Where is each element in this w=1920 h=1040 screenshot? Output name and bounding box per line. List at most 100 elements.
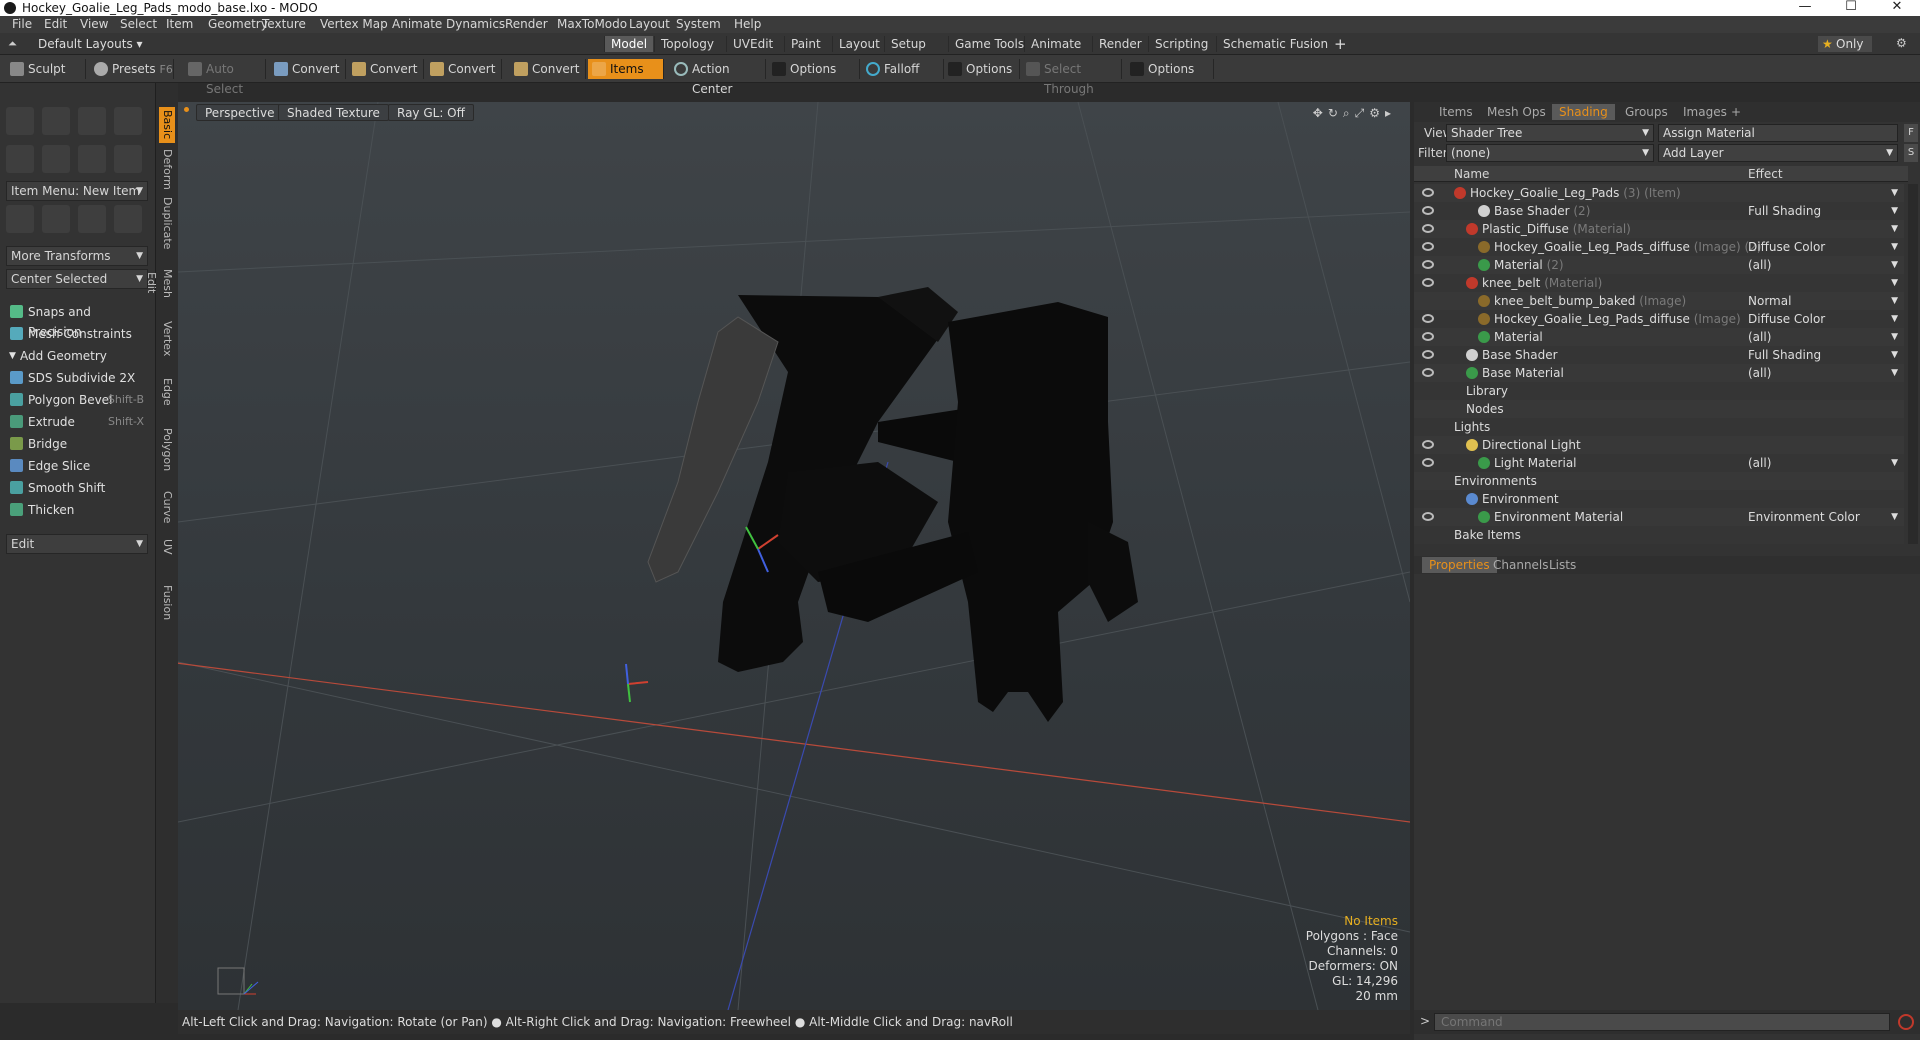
menu-help[interactable]: Help bbox=[734, 16, 761, 33]
layer-effect[interactable]: (all) bbox=[1748, 364, 1771, 382]
layer-effect[interactable]: (all) bbox=[1748, 328, 1771, 346]
layout-tab-scripting[interactable]: Scripting bbox=[1148, 36, 1214, 52]
shader-tree-row[interactable]: knee_belt (Material) ▼ bbox=[1414, 274, 1904, 292]
tool-polygon-bevel[interactable]: Polygon Bevel Shift-B bbox=[6, 390, 148, 410]
menu-geometry[interactable]: Geometry bbox=[208, 16, 268, 33]
effect-column-header[interactable]: Effect bbox=[1748, 167, 1783, 181]
layer-effect[interactable]: (all) bbox=[1748, 256, 1771, 274]
shader-tree-row[interactable]: Bake Items bbox=[1414, 526, 1904, 544]
visibility-eye-icon[interactable] bbox=[1422, 350, 1434, 359]
effect-dropdown-arrow-icon[interactable]: ▼ bbox=[1891, 256, 1898, 274]
menu-render[interactable]: Render bbox=[505, 16, 548, 33]
shader-tree-row[interactable]: Environments bbox=[1414, 472, 1904, 490]
view-dropdown[interactable]: Shader Tree ▼ bbox=[1446, 124, 1654, 142]
falloff-button[interactable]: Falloff bbox=[862, 59, 944, 79]
side-tab-polygon[interactable]: Polygon bbox=[159, 423, 175, 477]
tool-bridge[interactable]: Bridge bbox=[6, 434, 148, 454]
menu-maxtomodo[interactable]: MaxToModo bbox=[557, 16, 627, 33]
mesh-constraints-button[interactable]: Mesh Constraints bbox=[6, 324, 148, 344]
visibility-eye-icon[interactable] bbox=[1422, 458, 1434, 467]
sphere-icon[interactable] bbox=[42, 107, 70, 135]
action-center-button[interactable]: Action Center bbox=[670, 59, 766, 96]
torus-icon[interactable] bbox=[6, 145, 34, 173]
effect-dropdown-arrow-icon[interactable]: ▼ bbox=[1891, 454, 1898, 472]
transform-icon[interactable] bbox=[6, 205, 34, 233]
perspective-button[interactable]: Perspective bbox=[196, 104, 284, 121]
visibility-eye-icon[interactable] bbox=[1422, 314, 1434, 323]
visibility-eye-icon[interactable] bbox=[1422, 224, 1434, 233]
side-tab-fusion[interactable]: Fusion bbox=[159, 583, 175, 623]
shader-tree-row[interactable]: Material (2) (all) ▼ bbox=[1414, 256, 1904, 274]
only-toggle[interactable]: ★ Only bbox=[1818, 36, 1872, 52]
options-button-1[interactable]: Options bbox=[768, 59, 860, 79]
cube-icon[interactable] bbox=[6, 107, 34, 135]
visibility-eye-icon[interactable] bbox=[1422, 278, 1434, 287]
effect-dropdown-arrow-icon[interactable]: ▼ bbox=[1891, 274, 1898, 292]
add-panel-tab-button[interactable]: + bbox=[1724, 104, 1748, 120]
visibility-eye-icon[interactable] bbox=[1422, 332, 1434, 341]
add-layer-s-button[interactable]: S bbox=[1904, 144, 1918, 162]
panel-tab-groups[interactable]: Groups bbox=[1618, 104, 1675, 120]
convert-button-4[interactable]: Convert bbox=[510, 59, 586, 79]
tool-edge-slice[interactable]: Edge Slice bbox=[6, 456, 148, 476]
pin-icon[interactable]: ⏶ bbox=[8, 37, 17, 51]
tool-smooth-shift[interactable]: Smooth Shift bbox=[6, 478, 148, 498]
shader-tree-row[interactable]: Nodes bbox=[1414, 400, 1904, 418]
layer-effect[interactable]: Full Shading bbox=[1748, 202, 1821, 220]
presets-button[interactable]: Presets F6 bbox=[90, 59, 174, 79]
layer-effect[interactable]: Diffuse Color bbox=[1748, 310, 1825, 328]
shading-button[interactable]: Shaded Texture bbox=[278, 104, 389, 121]
gear-icon[interactable]: ⚙ bbox=[1896, 36, 1907, 50]
perspective-icon[interactable] bbox=[114, 205, 142, 233]
shader-tree-row[interactable]: Hockey_Goalie_Leg_Pads_diffuse (Image) Di… bbox=[1414, 310, 1904, 328]
menu-select[interactable]: Select bbox=[120, 16, 157, 33]
tool-extrude[interactable]: Extrude Shift-X bbox=[6, 412, 148, 432]
pen-icon[interactable] bbox=[78, 145, 106, 173]
close-button[interactable]: ✕ bbox=[1874, 0, 1920, 16]
globe-icon[interactable] bbox=[78, 205, 106, 233]
name-column-header[interactable]: Name bbox=[1454, 167, 1489, 181]
items-mode-button[interactable]: Items bbox=[588, 59, 664, 79]
shader-tree-row[interactable]: Lights bbox=[1414, 418, 1904, 436]
convert-button-3[interactable]: Convert bbox=[426, 59, 502, 79]
options-button-3[interactable]: Options bbox=[1126, 59, 1214, 79]
cylinder-icon[interactable] bbox=[78, 107, 106, 135]
more-transforms-dropdown[interactable]: More Transforms ▼ bbox=[6, 246, 148, 266]
shader-tree-row[interactable]: Base Material (all) ▼ bbox=[1414, 364, 1904, 382]
text-icon[interactable] bbox=[114, 145, 142, 173]
cone-icon[interactable] bbox=[114, 107, 142, 135]
layout-tab-paint[interactable]: Paint bbox=[784, 36, 827, 52]
raygl-button[interactable]: Ray GL: Off bbox=[388, 104, 474, 121]
side-tab-mesh-edit[interactable]: Mesh Edit bbox=[145, 257, 175, 309]
layer-effect[interactable]: (all) bbox=[1748, 454, 1771, 472]
menu-animate[interactable]: Animate bbox=[392, 16, 442, 33]
menu-vertex-map[interactable]: Vertex Map bbox=[320, 16, 388, 33]
sculpt-button[interactable]: Sculpt bbox=[6, 59, 86, 79]
effect-dropdown-arrow-icon[interactable]: ▼ bbox=[1891, 220, 1898, 238]
menu-file[interactable]: File bbox=[12, 16, 32, 33]
options-button-2[interactable]: Options bbox=[944, 59, 1020, 79]
layout-tab-schematic-fusion[interactable]: Schematic Fusion bbox=[1216, 36, 1334, 52]
layout-tab-setup[interactable]: Setup bbox=[884, 36, 932, 52]
layout-tab-model[interactable]: Model bbox=[604, 36, 654, 52]
edit-dropdown[interactable]: Edit ▼ bbox=[6, 534, 148, 554]
side-tab-edge[interactable]: Edge bbox=[159, 369, 175, 415]
layout-tab-animate[interactable]: Animate bbox=[1024, 36, 1087, 52]
side-tab-uv[interactable]: UV bbox=[159, 537, 175, 557]
effect-dropdown-arrow-icon[interactable]: ▼ bbox=[1891, 508, 1898, 526]
snaps-and-precision-button[interactable]: Snaps and Precision bbox=[6, 302, 148, 339]
side-tab-basic[interactable]: Basic bbox=[159, 107, 175, 143]
command-input[interactable] bbox=[1434, 1013, 1890, 1031]
layout-tab-uvedit[interactable]: UVEdit bbox=[726, 36, 779, 52]
effect-dropdown-arrow-icon[interactable]: ▼ bbox=[1891, 310, 1898, 328]
shader-tree-row[interactable]: knee_belt_bump_baked (Image) Normal ▼ bbox=[1414, 292, 1904, 310]
menu-dynamics[interactable]: Dynamics bbox=[446, 16, 505, 33]
shader-tree-row[interactable]: Environment Material Environment Color ▼ bbox=[1414, 508, 1904, 526]
add-geometry-header[interactable]: ▼ Add Geometry bbox=[6, 346, 148, 366]
visibility-eye-icon[interactable] bbox=[1422, 188, 1434, 197]
menu-texture[interactable]: Texture bbox=[262, 16, 306, 33]
shader-tree-row[interactable]: Environment bbox=[1414, 490, 1904, 508]
side-tab-duplicate[interactable]: Duplicate bbox=[159, 195, 175, 251]
capsule-icon[interactable] bbox=[42, 145, 70, 173]
side-tab-vertex[interactable]: Vertex bbox=[159, 315, 175, 363]
